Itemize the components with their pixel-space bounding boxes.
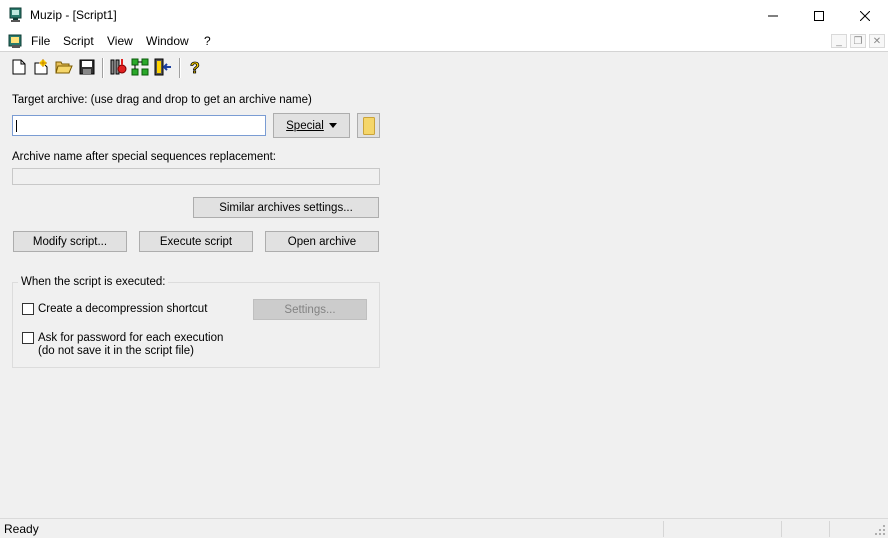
menu-bar: File Script View Window ? (0, 31, 888, 51)
status-pane (829, 521, 868, 537)
help-button[interactable]: ? (186, 58, 204, 76)
close-icon (860, 10, 870, 21)
mdi-minimize-button[interactable]: _ (831, 34, 847, 48)
modify-script-button[interactable] (109, 58, 127, 76)
menu-view[interactable]: View (107, 34, 133, 48)
new-button[interactable] (10, 58, 28, 76)
browse-folder-button[interactable] (357, 113, 380, 138)
similar-archives-settings-label: Similar archives settings... (219, 201, 353, 214)
execute-script-label: Execute script (159, 235, 233, 248)
help-icon: ? (190, 60, 201, 76)
execute-script-icon (131, 58, 149, 76)
menu-file[interactable]: File (31, 34, 50, 48)
open-archive-label: Open archive (287, 235, 357, 248)
dropdown-arrow-icon (328, 123, 337, 128)
modify-script-icon (110, 59, 127, 75)
mdi-close-button[interactable]: ✕ (869, 34, 885, 48)
menu-divider (0, 51, 888, 52)
archive-name-readonly-field (12, 168, 380, 185)
svg-text:?: ? (190, 60, 200, 76)
shortcut-settings-label: Settings... (284, 303, 336, 316)
target-archive-input[interactable] (12, 115, 266, 136)
special-button[interactable]: Special (273, 113, 350, 138)
mdi-restore-icon: ❐ (853, 35, 863, 47)
create-shortcut-label[interactable]: Create a decompression shortcut (38, 303, 207, 315)
open-button[interactable] (55, 58, 73, 76)
minimize-icon (768, 15, 778, 16)
menu-window[interactable]: Window (146, 34, 189, 48)
shortcut-settings-button[interactable]: Settings... (253, 299, 367, 320)
status-pane (663, 521, 781, 537)
ask-password-checkbox[interactable] (22, 332, 34, 344)
save-icon (79, 59, 95, 75)
title-bar: Muzip - [Script1] (0, 0, 888, 31)
status-text: Ready (4, 522, 39, 536)
minimize-button[interactable] (750, 0, 796, 31)
archive-name-label: Archive name after special sequences rep… (12, 151, 277, 163)
ask-password-label[interactable]: Ask for password for each execution (38, 332, 223, 344)
menu-help[interactable]: ? (204, 34, 211, 48)
status-pane (781, 521, 829, 537)
mdi-close-icon: ✕ (872, 35, 882, 47)
window-title: Muzip - [Script1] (30, 8, 117, 22)
status-bar: Ready (0, 518, 888, 538)
create-shortcut-checkbox[interactable] (22, 303, 34, 315)
resize-grip-icon[interactable] (874, 524, 886, 536)
save-button[interactable] (78, 58, 96, 76)
new-icon (12, 59, 26, 75)
text-caret (16, 120, 17, 132)
special-button-label: Special (286, 119, 324, 132)
execute-script-text-button[interactable]: Execute script (139, 231, 253, 252)
mdi-minimize-icon: _ (836, 35, 842, 47)
open-archive-button[interactable] (154, 58, 172, 76)
toolbar-separator (179, 58, 181, 78)
execute-script-button[interactable] (131, 58, 149, 76)
modify-script-text-button[interactable]: Modify script... (13, 231, 127, 252)
muzip-app-icon (9, 7, 22, 22)
execution-options-title: When the script is executed: (18, 276, 169, 288)
menu-script[interactable]: Script (63, 34, 94, 48)
open-archive-icon (154, 58, 171, 76)
wizard-button[interactable] (32, 58, 50, 76)
toolbar-separator (102, 58, 104, 78)
ask-password-sublabel: (do not save it in the script file) (38, 345, 194, 357)
open-archive-text-button[interactable]: Open archive (265, 231, 379, 252)
wizard-icon (34, 59, 48, 75)
mdi-document-icon[interactable] (8, 33, 24, 49)
modify-script-label: Modify script... (32, 235, 108, 248)
maximize-button[interactable] (796, 0, 842, 31)
maximize-icon (814, 10, 824, 21)
folder-icon (362, 116, 375, 135)
open-folder-icon (55, 61, 73, 74)
mdi-restore-button[interactable]: ❐ (850, 34, 866, 48)
similar-archives-settings-button[interactable]: Similar archives settings... (193, 197, 379, 218)
target-archive-label: Target archive: (use drag and drop to ge… (12, 94, 312, 106)
close-button[interactable] (842, 0, 888, 31)
